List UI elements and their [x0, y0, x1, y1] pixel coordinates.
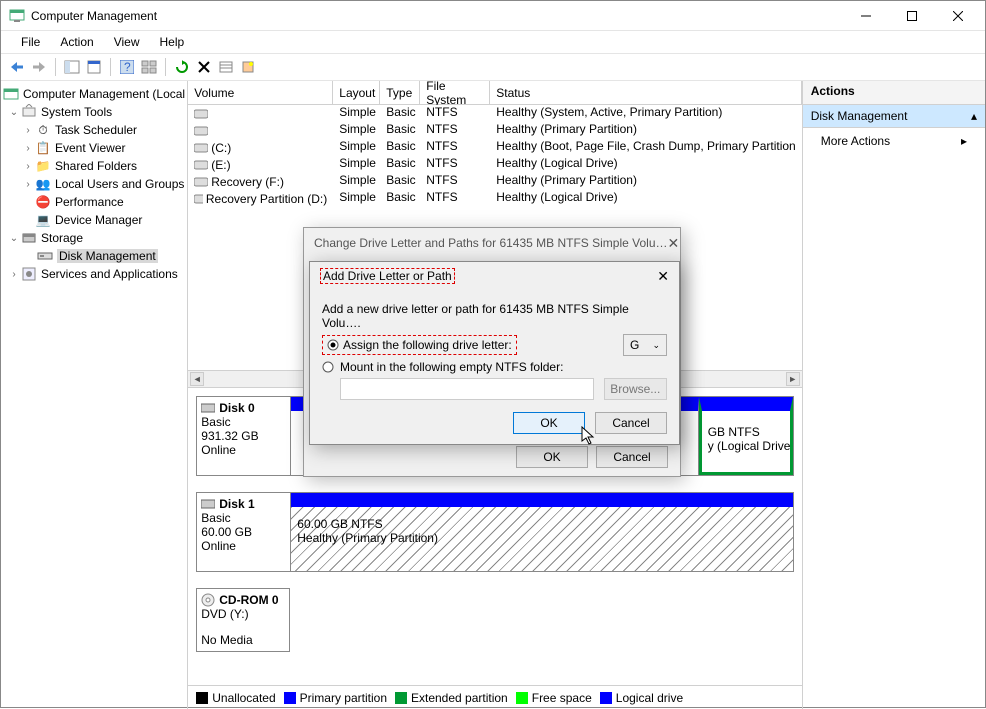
back-button[interactable] [7, 57, 27, 77]
minimize-button[interactable] [843, 2, 889, 30]
show-hide-tree-button[interactable] [62, 57, 82, 77]
radio-assign-letter[interactable] [327, 339, 339, 351]
dialog2-desc: Add a new drive letter or path for 61435… [322, 302, 667, 330]
forward-button[interactable] [29, 57, 49, 77]
tree-local-users-and-groups[interactable]: ›👥Local Users and Groups [3, 175, 185, 193]
menu-help[interactable]: Help [150, 33, 195, 51]
tree-performance[interactable]: ⛔Performance [3, 193, 185, 211]
dialog2-cancel-button[interactable]: Cancel [595, 412, 667, 434]
col-status[interactable]: Status [490, 81, 801, 104]
menu-view[interactable]: View [104, 33, 150, 51]
list-button[interactable] [216, 57, 236, 77]
radio-mount-folder[interactable] [322, 361, 334, 373]
window-title: Computer Management [31, 9, 843, 23]
col-volume[interactable]: Volume [188, 81, 333, 104]
tree-root[interactable]: Computer Management (Local [3, 85, 185, 103]
menu-action[interactable]: Action [50, 33, 103, 51]
actions-more[interactable]: More Actions ▸ [803, 128, 985, 154]
collapse-icon[interactable]: ⌄ [7, 107, 21, 118]
titlebar: Computer Management [1, 1, 985, 31]
table-row[interactable]: (C:)SimpleBasicNTFSHealthy (Boot, Page F… [188, 139, 801, 156]
scroll-right-icon[interactable]: ► [786, 372, 800, 386]
tree-shared-folders[interactable]: ›📁Shared Folders [3, 157, 185, 175]
volume-table-header: Volume Layout Type File System Status [188, 81, 801, 105]
settings-button[interactable] [139, 57, 159, 77]
dialog2-close-icon[interactable]: ✕ [657, 268, 669, 285]
properties-button[interactable] [84, 57, 104, 77]
help-button[interactable]: ? [117, 57, 137, 77]
tree-panel: Computer Management (Local ⌄ System Tool… [1, 81, 188, 709]
disk1-strip[interactable]: Disk 1 Basic 60.00 GB Online 60.00 GB NT… [196, 492, 793, 572]
tree-task-scheduler[interactable]: ›⏱Task Scheduler [3, 121, 185, 139]
scroll-left-icon[interactable]: ◄ [190, 372, 204, 386]
actions-panel: Actions Disk Management ▴ More Actions ▸ [803, 81, 985, 709]
table-row[interactable]: (E:)SimpleBasicNTFSHealthy (Logical Driv… [188, 156, 801, 173]
browse-button: Browse... [604, 378, 667, 400]
menu-file[interactable]: File [11, 33, 50, 51]
tree-device-manager[interactable]: 💻Device Manager [3, 211, 185, 229]
dialog1-ok-button[interactable]: OK [516, 446, 588, 468]
table-row[interactable]: SimpleBasicNTFSHealthy (System, Active, … [188, 105, 801, 122]
toolbar: ? [1, 53, 985, 81]
delete-button[interactable] [194, 57, 214, 77]
add-drive-letter-dialog: Add Drive Letter or Path ✕ Add a new dri… [309, 261, 680, 445]
arrow-right-icon: ▸ [961, 134, 967, 148]
dialog1-title: Change Drive Letter and Paths for 61435 … [314, 236, 668, 250]
wizard-button[interactable] [238, 57, 258, 77]
tree-disk-management[interactable]: Disk Management [3, 247, 185, 265]
expand-icon[interactable]: › [7, 269, 21, 280]
dialog2-title: Add Drive Letter or Path [320, 268, 455, 284]
app-icon [9, 8, 25, 24]
collapse-icon: ▴ [971, 109, 977, 123]
tree-system-tools[interactable]: ⌄ System Tools [3, 103, 185, 121]
menubar: File Action View Help [1, 31, 985, 53]
actions-header: Actions [803, 81, 985, 105]
drive-letter-select[interactable]: G ⌄ [623, 334, 667, 356]
col-layout[interactable]: Layout [333, 81, 380, 104]
col-filesystem[interactable]: File System [420, 81, 490, 104]
chevron-down-icon: ⌄ [652, 340, 660, 351]
actions-disk-mgmt[interactable]: Disk Management ▴ [803, 105, 985, 128]
mount-folder-input [340, 378, 594, 400]
table-row[interactable]: Recovery (F:)SimpleBasicNTFSHealthy (Pri… [188, 173, 801, 190]
close-button[interactable] [935, 2, 981, 30]
dialog1-close-icon[interactable]: ✕ [668, 235, 680, 252]
cdrom-strip[interactable]: CD-ROM 0 DVD (Y:) No Media [196, 588, 793, 652]
maximize-button[interactable] [889, 2, 935, 30]
collapse-icon[interactable]: ⌄ [7, 233, 21, 244]
table-row[interactable]: Recovery Partition (D:)SimpleBasicNTFSHe… [188, 190, 801, 207]
dialog2-ok-button[interactable]: OK [513, 412, 585, 434]
tree-storage[interactable]: ⌄ Storage [3, 229, 185, 247]
tree-services[interactable]: › Services and Applications [3, 265, 185, 283]
legend: Unallocated Primary partition Extended p… [188, 685, 801, 709]
svg-text:?: ? [124, 60, 131, 74]
dialog1-cancel-button[interactable]: Cancel [596, 446, 668, 468]
tree-event-viewer[interactable]: ›📋Event Viewer [3, 139, 185, 157]
refresh-button[interactable] [172, 57, 192, 77]
table-row[interactable]: SimpleBasicNTFSHealthy (Primary Partitio… [188, 122, 801, 139]
col-type[interactable]: Type [380, 81, 420, 104]
